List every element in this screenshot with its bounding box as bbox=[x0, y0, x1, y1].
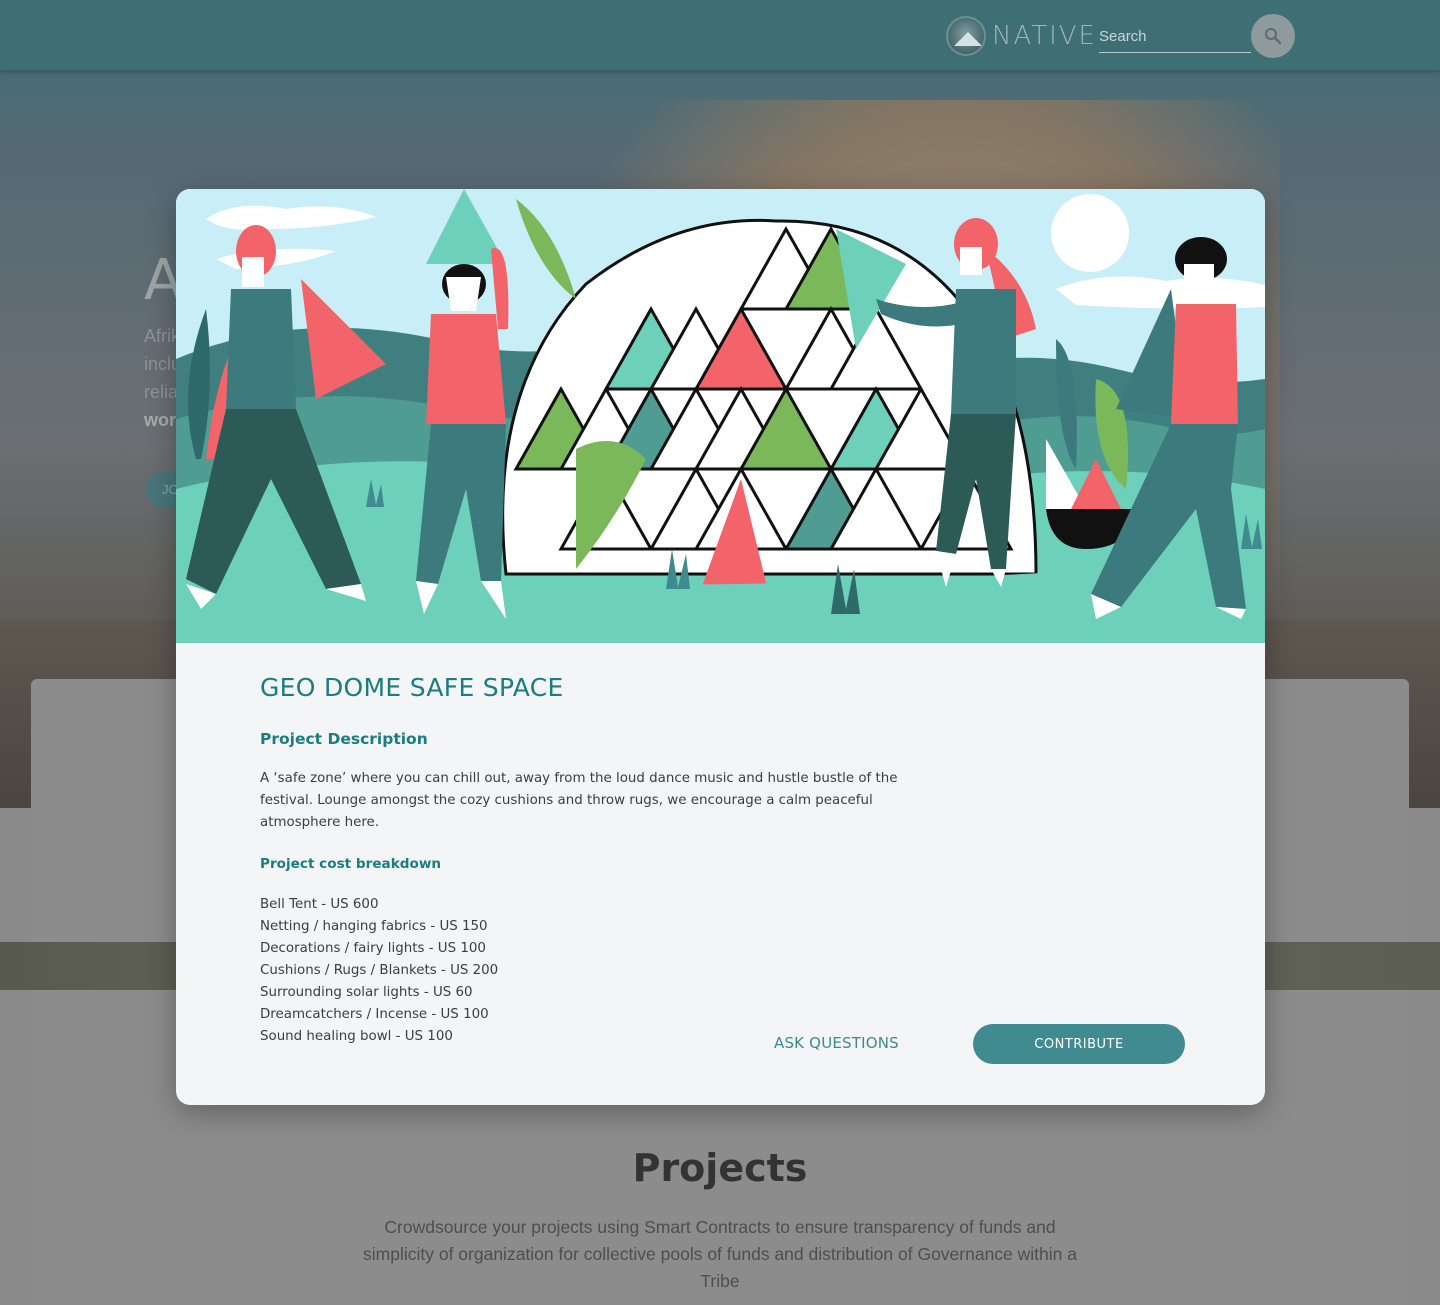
cost-breakdown-heading: Project cost breakdown bbox=[260, 856, 442, 872]
modal-body: GEO DOME SAFE SPACE Project Description … bbox=[260, 673, 1180, 1048]
cost-item: Dreamcatchers / Incense - US 100 bbox=[260, 1007, 489, 1022]
project-description: A ‘safe zone’ where you can chill out, a… bbox=[260, 771, 898, 830]
geo-dome-illustration bbox=[176, 189, 1265, 643]
description-heading: Project Description bbox=[260, 730, 428, 748]
cost-item: Netting / hanging fabrics - US 150 bbox=[260, 919, 488, 934]
cost-item: Surrounding solar lights - US 60 bbox=[260, 985, 473, 1000]
cost-item: Bell Tent - US 600 bbox=[260, 897, 379, 912]
cost-item: Cushions / Rugs / Blankets - US 200 bbox=[260, 963, 499, 978]
cost-item: Decorations / fairy lights - US 100 bbox=[260, 941, 486, 956]
modal-title: GEO DOME SAFE SPACE bbox=[260, 673, 564, 702]
ask-questions-button[interactable]: ASK QUESTIONS bbox=[774, 1034, 899, 1052]
contribute-button[interactable]: CONTRIBUTE bbox=[973, 1024, 1185, 1064]
project-modal: GEO DOME SAFE SPACE Project Description … bbox=[176, 189, 1265, 1105]
